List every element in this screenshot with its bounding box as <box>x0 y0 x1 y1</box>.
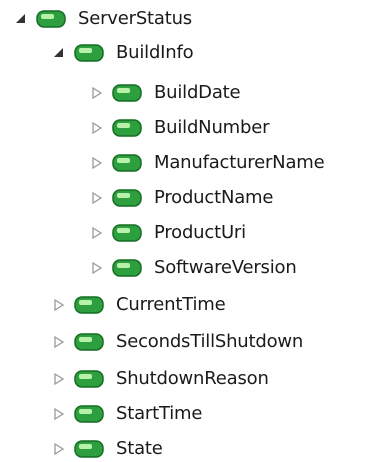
collapsed-arrow-icon[interactable] <box>88 224 106 242</box>
tree-node-shutdown-reason[interactable]: ShutdownReason <box>50 364 269 394</box>
tree-node-label: StartTime <box>116 403 203 424</box>
green-variable-icon <box>74 439 104 459</box>
green-variable-icon <box>36 9 66 29</box>
collapsed-arrow-icon[interactable] <box>88 189 106 207</box>
tree-node-label: ManufacturerName <box>154 152 325 173</box>
collapsed-arrow-icon[interactable] <box>88 259 106 277</box>
tree-node-start-time[interactable]: StartTime <box>50 399 202 429</box>
green-variable-icon <box>74 43 104 63</box>
collapsed-arrow-icon[interactable] <box>88 154 106 172</box>
collapsed-arrow-icon[interactable] <box>88 119 106 137</box>
tree-node-software-version[interactable]: SoftwareVersion <box>88 253 297 283</box>
tree-node-state[interactable]: State <box>50 434 163 462</box>
tree-node-label: ProductUri <box>154 222 246 243</box>
tree-node-label: CurrentTime <box>116 294 226 315</box>
tree-node-build-number[interactable]: BuildNumber <box>88 113 269 143</box>
tree-node-label: SecondsTillShutdown <box>116 331 304 352</box>
green-variable-icon <box>112 258 142 278</box>
tree-node-label: ShutdownReason <box>116 368 269 389</box>
green-variable-icon <box>74 369 104 389</box>
server-status-tree: ServerStatus BuildInfo BuildDate BuildNu… <box>0 0 371 462</box>
tree-node-product-name[interactable]: ProductName <box>88 183 273 213</box>
tree-node-label: SoftwareVersion <box>154 257 297 278</box>
green-variable-icon <box>112 118 142 138</box>
expanded-arrow-icon[interactable] <box>12 10 30 28</box>
tree-node-build-info[interactable]: BuildInfo <box>50 38 194 68</box>
tree-node-label: State <box>116 438 163 459</box>
collapsed-arrow-icon[interactable] <box>50 296 68 314</box>
collapsed-arrow-icon[interactable] <box>50 440 68 458</box>
green-variable-icon <box>112 83 142 103</box>
green-variable-icon <box>112 153 142 173</box>
tree-node-build-date[interactable]: BuildDate <box>88 78 241 108</box>
green-variable-icon <box>74 404 104 424</box>
collapsed-arrow-icon[interactable] <box>88 84 106 102</box>
green-variable-icon <box>112 223 142 243</box>
tree-node-label: ProductName <box>154 187 274 208</box>
tree-node-server-status[interactable]: ServerStatus <box>12 4 192 34</box>
green-variable-icon <box>74 332 104 352</box>
tree-node-label: BuildDate <box>154 82 241 103</box>
tree-node-label: BuildNumber <box>154 117 270 138</box>
expanded-arrow-icon[interactable] <box>50 44 68 62</box>
collapsed-arrow-icon[interactable] <box>50 333 68 351</box>
collapsed-arrow-icon[interactable] <box>50 405 68 423</box>
green-variable-icon <box>74 295 104 315</box>
collapsed-arrow-icon[interactable] <box>50 370 68 388</box>
tree-node-label: ServerStatus <box>78 8 192 29</box>
tree-node-manufacturer-name[interactable]: ManufacturerName <box>88 148 325 178</box>
tree-node-label: BuildInfo <box>116 42 194 63</box>
tree-node-current-time[interactable]: CurrentTime <box>50 290 226 320</box>
green-variable-icon <box>112 188 142 208</box>
tree-node-product-uri[interactable]: ProductUri <box>88 218 246 248</box>
tree-node-seconds-till-shutdown[interactable]: SecondsTillShutdown <box>50 327 303 357</box>
